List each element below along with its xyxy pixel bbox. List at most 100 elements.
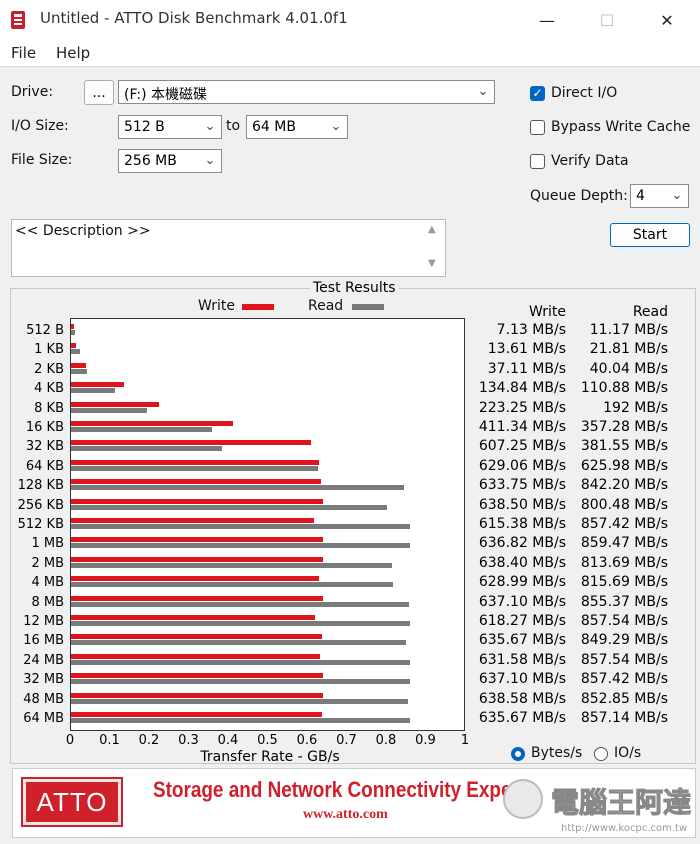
read-bar [71, 601, 409, 607]
write-bar [71, 382, 125, 388]
menu-help[interactable]: Help [56, 44, 90, 62]
io-size-label: 128 KB [17, 478, 64, 494]
scroll-down-icon[interactable]: ▼ [428, 258, 436, 269]
drive-select[interactable]: (F:) 本機磁碟 ⌄ [118, 80, 495, 104]
read-bar [71, 465, 319, 471]
io-to-value: 64 MB [252, 119, 296, 135]
write-bar [71, 459, 320, 465]
read-value: 857.42 MB/s [580, 516, 668, 532]
write-value: 37.11 MB/s [487, 360, 566, 377]
read-bar [71, 504, 388, 510]
drive-label: Drive: [11, 84, 54, 100]
x-tick-label: 1 [460, 733, 470, 748]
write-value: 628.99 MB/s [478, 574, 566, 591]
io-size-label: 64 KB [25, 458, 64, 474]
io-size-to-select[interactable]: 64 MB ⌄ [246, 115, 348, 139]
read-bar [71, 368, 87, 374]
x-tick-label: 0.3 [178, 733, 199, 748]
maximize-button[interactable]: ☐ [584, 0, 630, 40]
watermark-text: 電腦王阿達 [550, 786, 692, 820]
start-button[interactable]: Start [610, 223, 690, 247]
verify-data-label: Verify Data [551, 153, 629, 169]
chevron-down-icon: ⌄ [330, 119, 342, 134]
io-size-label: 32 KB [25, 439, 64, 455]
bytes-per-second-radio[interactable] [511, 747, 525, 761]
io-per-second-radio[interactable] [594, 747, 608, 761]
write-value: 638.58 MB/s [478, 690, 566, 707]
direct-io-label: Direct I/O [551, 85, 618, 101]
bypass-write-cache-checkbox[interactable] [530, 120, 545, 135]
bytes-per-second-label: Bytes/s [531, 745, 583, 761]
x-tick-label: 0.1 [99, 733, 120, 748]
read-value: 857.14 MB/s [580, 710, 668, 726]
write-value: 223.25 MB/s [478, 399, 566, 416]
write-column-header: Write [529, 304, 566, 320]
read-bar [71, 388, 115, 394]
write-value: 631.58 MB/s [478, 651, 566, 668]
atto-app-icon [11, 11, 25, 29]
read-value: 857.54 MB/s [580, 613, 668, 629]
write-bar [71, 615, 316, 620]
read-value: 813.69 MB/s [580, 554, 668, 571]
queue-depth-label: Queue Depth: [530, 188, 628, 204]
io-per-second-label: IO/s [614, 745, 642, 761]
read-value: 852.85 MB/s [580, 690, 668, 707]
write-bar [71, 343, 77, 349]
banner-url: www.atto.com [303, 807, 388, 822]
file-size-label: File Size: [11, 152, 73, 168]
write-value: 13.61 MB/s [487, 341, 566, 358]
menu-file[interactable]: File [11, 44, 36, 62]
write-value: 618.27 MB/s [478, 613, 566, 629]
write-bar [71, 556, 324, 562]
write-value: 637.10 MB/s [478, 593, 566, 610]
write-value: 635.67 MB/s [478, 632, 566, 649]
file-size-select[interactable]: 256 MB ⌄ [118, 149, 222, 173]
write-value: 636.82 MB/s [478, 535, 566, 552]
read-value: 857.54 MB/s [580, 651, 668, 668]
close-button[interactable]: ✕ [644, 0, 690, 40]
read-bar [71, 349, 80, 355]
x-tick-label: 0 [65, 733, 75, 748]
io-size-label: I/O Size: [11, 118, 69, 134]
window-title: Untitled - ATTO Disk Benchmark 4.01.0f1 [40, 9, 348, 27]
minimize-button[interactable]: — [524, 0, 570, 40]
read-column-header: Read [632, 304, 668, 320]
browse-drive-button[interactable]: ... [84, 80, 114, 105]
io-size-label: 48 MB [23, 691, 64, 707]
close-icon: ✕ [660, 10, 674, 30]
write-bar [71, 324, 74, 329]
chevron-down-icon: ⌄ [477, 84, 489, 99]
menu-bar [0, 40, 700, 66]
verify-data-checkbox[interactable] [530, 154, 545, 169]
read-bar [71, 543, 411, 549]
io-size-from-select[interactable]: 512 B ⌄ [118, 115, 222, 139]
write-bar [71, 421, 234, 426]
write-bar [71, 712, 323, 717]
write-bar [71, 518, 315, 523]
legend-read-swatch [352, 304, 384, 310]
scroll-up-icon[interactable]: ▲ [428, 224, 436, 235]
read-value: 857.42 MB/s [580, 671, 668, 688]
write-bar [71, 653, 321, 659]
direct-io-checkbox[interactable]: ✓ [530, 86, 545, 101]
read-value: 381.55 MB/s [580, 438, 668, 455]
io-size-label: 16 MB [23, 633, 64, 649]
write-value: 638.50 MB/s [478, 496, 566, 513]
queue-depth-select[interactable]: 4 ⌄ [630, 184, 689, 208]
read-value: 357.28 MB/s [580, 419, 668, 435]
io-size-label: 32 MB [23, 672, 64, 688]
x-tick-label: 0.5 [257, 733, 278, 748]
io-size-label: 1 MB [31, 536, 64, 552]
read-bar [71, 446, 222, 452]
write-value: 607.25 MB/s [478, 438, 566, 455]
description-scrollbar[interactable]: ▲ ▼ [423, 220, 445, 276]
minimize-icon: — [539, 10, 555, 30]
io-size-label: 16 KB [25, 420, 64, 435]
read-bar [71, 407, 147, 413]
io-size-label: 256 KB [17, 497, 64, 513]
x-tick-label: 0.8 [375, 733, 397, 748]
read-bar [71, 679, 410, 685]
legend-read-label: Read [308, 298, 344, 314]
write-bar [71, 673, 323, 679]
io-size-label: 12 MB [23, 614, 64, 629]
